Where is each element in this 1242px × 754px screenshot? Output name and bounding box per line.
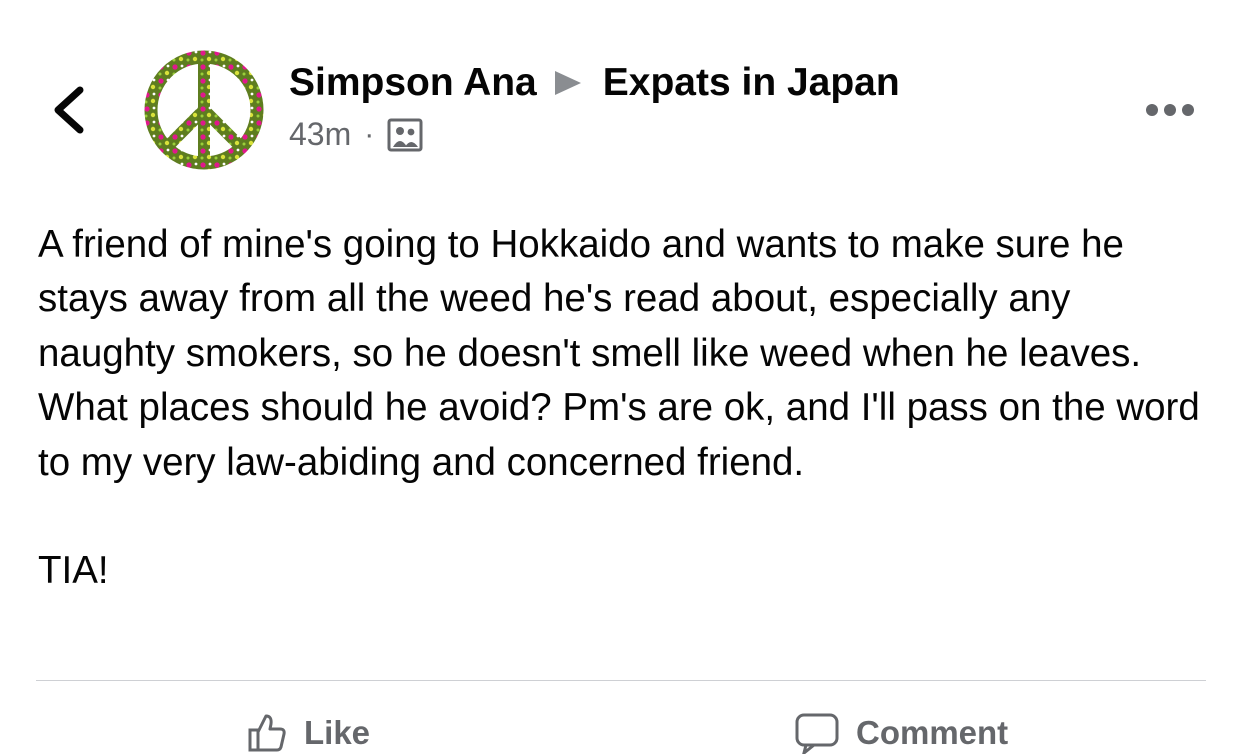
- comment-button[interactable]: Comment: [794, 712, 1008, 754]
- group-name-link[interactable]: Expats in Japan: [603, 58, 900, 108]
- thumbs-up-icon: [248, 714, 286, 752]
- avatar[interactable]: [143, 49, 265, 171]
- divider: [36, 680, 1206, 681]
- post-meta: 43m ·: [289, 116, 423, 153]
- author-name-link[interactable]: Simpson Ana: [289, 58, 537, 108]
- more-options-button[interactable]: [1142, 96, 1198, 124]
- like-label: Like: [304, 714, 371, 751]
- post-header-title: Simpson Ana Expats in Japan: [289, 58, 900, 108]
- chevron-left-icon: [54, 86, 84, 134]
- post-text: A friend of mine's going to Hokkaido and…: [38, 218, 1208, 598]
- meta-separator: ·: [364, 117, 375, 151]
- post-paragraph: A friend of mine's going to Hokkaido and…: [38, 223, 1200, 484]
- post-paragraph: TIA!: [38, 549, 109, 593]
- group-members-icon: [387, 118, 423, 152]
- comment-label: Comment: [856, 714, 1009, 751]
- back-button[interactable]: [44, 82, 100, 138]
- peace-sign-icon: [144, 50, 264, 170]
- more-horizontal-icon: [1146, 104, 1194, 116]
- timestamp[interactable]: 43m: [289, 116, 351, 153]
- like-button[interactable]: Like: [246, 712, 370, 754]
- right-arrow-icon: [554, 71, 581, 95]
- comment-icon: [795, 713, 839, 754]
